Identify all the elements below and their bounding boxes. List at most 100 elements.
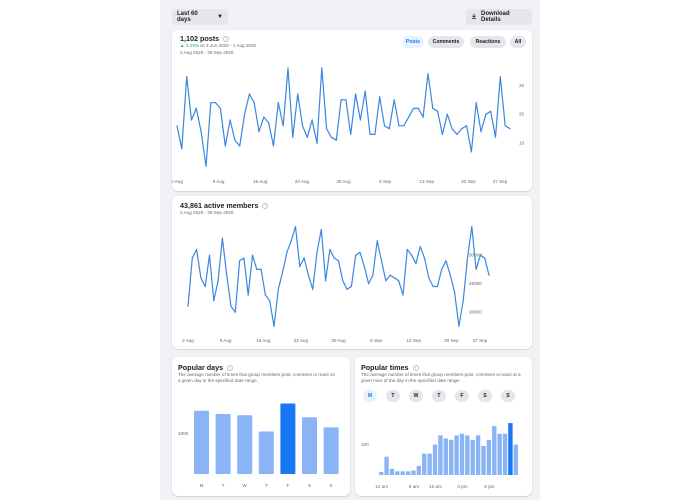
data-point	[456, 133, 458, 135]
data-point	[436, 285, 438, 288]
data-point	[312, 288, 314, 290]
data-point	[200, 277, 202, 279]
data-point	[303, 257, 305, 259]
download-details-button[interactable]: Download Details	[466, 9, 532, 25]
bar	[280, 403, 296, 474]
data-point	[217, 280, 219, 282]
data-point	[277, 288, 279, 290]
data-point	[379, 96, 381, 98]
data-point	[311, 119, 313, 121]
x-tick-label: 23 Aug	[294, 338, 309, 343]
series-line	[187, 226, 490, 327]
x-tick-label: 27 Sep	[493, 179, 508, 184]
data-point	[272, 145, 275, 147]
data-point	[282, 125, 284, 127]
data-point	[346, 288, 348, 290]
data-point	[316, 251, 318, 253]
data-point	[437, 110, 439, 112]
data-point	[432, 285, 434, 288]
bar	[502, 433, 508, 475]
data-point	[224, 145, 226, 147]
data-point	[286, 251, 288, 253]
data-point	[372, 274, 374, 276]
data-point	[230, 305, 232, 307]
data-point	[306, 136, 308, 138]
x-tick-label: M	[200, 483, 204, 488]
x-tick-label: 13 Sep	[406, 338, 421, 343]
data-point	[186, 76, 188, 78]
data-point	[446, 113, 448, 115]
data-point	[412, 107, 415, 109]
data-point	[269, 300, 271, 302]
data-point	[368, 283, 370, 285]
x-tick-label: 30 Aug	[336, 179, 351, 184]
data-point	[258, 131, 260, 133]
data-point	[181, 148, 183, 150]
data-point	[393, 277, 395, 279]
x-tick-label: T	[222, 483, 225, 488]
data-point	[415, 263, 417, 265]
bar	[237, 415, 253, 474]
data-point	[355, 254, 357, 256]
data-point	[417, 107, 419, 109]
toolbar: Last 60 days ▼ Download Details	[172, 9, 532, 25]
date-range-dropdown[interactable]: Last 60 days ▼	[172, 9, 228, 25]
popular-times-card: Popular times i The average number of ti…	[355, 357, 532, 496]
y-tick-label: 1000	[178, 431, 189, 436]
data-point	[290, 240, 292, 242]
y-tick-label: 25000	[469, 281, 482, 286]
data-point	[393, 99, 395, 101]
data-point	[406, 248, 408, 251]
bar	[470, 439, 475, 475]
bar	[465, 435, 470, 475]
data-point	[337, 260, 340, 262]
bar	[513, 444, 518, 475]
data-point	[350, 285, 352, 288]
x-tick-label: 6 Sep	[370, 338, 382, 343]
data-point	[330, 136, 332, 138]
data-point	[499, 76, 501, 78]
data-point	[363, 265, 365, 268]
y-tick-label: 30	[519, 83, 525, 88]
data-point	[200, 131, 202, 133]
data-point	[470, 151, 472, 153]
data-point	[475, 102, 477, 104]
data-point	[359, 119, 361, 121]
bar	[443, 438, 448, 475]
y-tick-label: 30000	[469, 253, 482, 258]
data-point	[398, 125, 400, 127]
data-point	[376, 240, 378, 242]
data-point	[234, 139, 236, 141]
data-point	[321, 67, 323, 69]
data-point	[475, 268, 477, 270]
data-point	[253, 102, 255, 104]
x-tick-label: 9 Aug	[220, 338, 232, 343]
data-point	[509, 128, 511, 130]
x-tick-label: 30 Aug	[331, 338, 346, 343]
data-point	[423, 257, 426, 259]
data-point	[299, 265, 301, 268]
y-tick-label: 20000	[469, 310, 482, 315]
bar	[416, 465, 422, 475]
x-tick-label: 10 am	[429, 484, 442, 489]
data-point	[251, 254, 254, 256]
data-point	[256, 268, 258, 270]
download-icon	[471, 13, 477, 21]
caret-down-icon: ▼	[217, 14, 223, 20]
x-tick-label: 9 Aug	[213, 179, 225, 184]
x-tick-label: 8 pm	[484, 484, 494, 489]
data-point	[408, 116, 410, 118]
data-point	[461, 128, 463, 130]
data-point	[480, 131, 482, 133]
data-point	[320, 228, 322, 231]
data-point	[488, 274, 490, 276]
bar	[411, 470, 416, 475]
data-point	[239, 145, 241, 147]
bar	[395, 471, 400, 475]
data-point	[364, 90, 366, 92]
data-point	[342, 280, 344, 282]
y-tick-label: 10	[519, 141, 525, 146]
bar	[405, 471, 411, 475]
data-point	[234, 311, 236, 313]
x-tick-label: 12 am	[375, 484, 388, 489]
